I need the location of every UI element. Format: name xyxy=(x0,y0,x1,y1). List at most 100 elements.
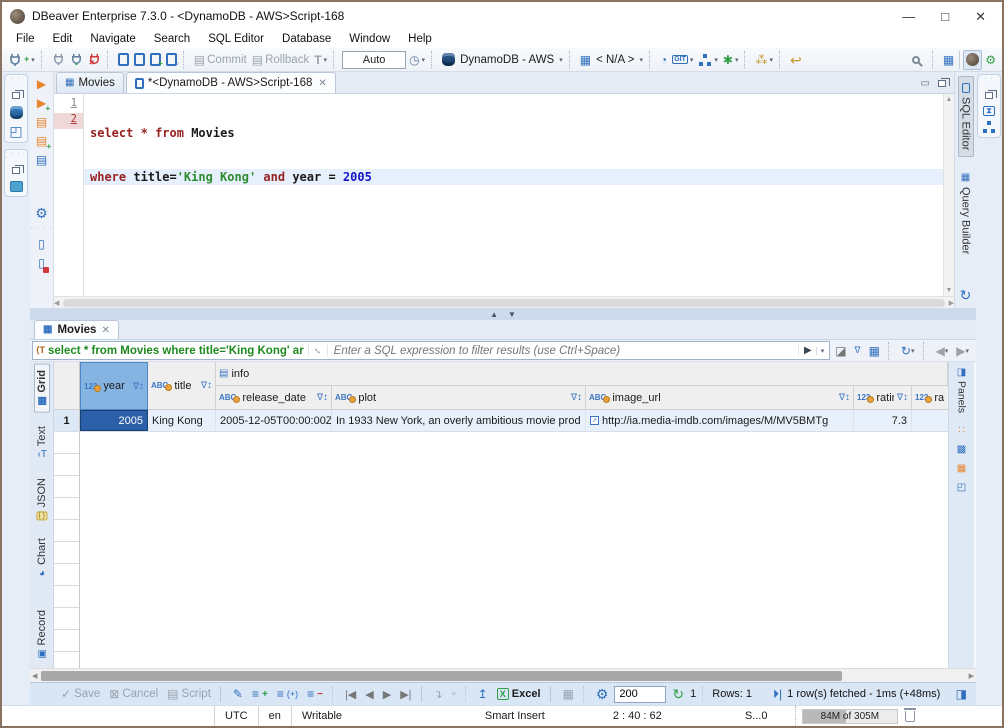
toggle-panel-button[interactable]: ◨ xyxy=(953,687,970,701)
writable-indicator[interactable]: Writable xyxy=(291,706,387,726)
prev-row-button[interactable]: ◀ xyxy=(362,687,376,702)
editor-horizontal-scrollbar[interactable]: ◀ ▶ xyxy=(54,296,954,308)
first-row-button[interactable]: |◀ xyxy=(342,687,359,702)
next-row-button[interactable]: ▶ xyxy=(380,687,394,702)
delete-row-button[interactable]: ≡− xyxy=(304,687,326,701)
language-indicator[interactable]: en xyxy=(258,706,291,726)
execute-script-new-button[interactable]: ▤+ xyxy=(36,135,47,147)
database-navigator-icon[interactable] xyxy=(10,106,23,119)
tab-results-movies[interactable]: ▦ Movies ✕ xyxy=(34,320,119,339)
memory-monitor[interactable]: 84M of 305M xyxy=(795,706,921,726)
collapse-down-icon[interactable]: ▼ xyxy=(508,310,516,319)
restore-right-views-icon[interactable] xyxy=(985,92,993,99)
filter-input[interactable] xyxy=(328,345,798,357)
rerun-query-button[interactable]: ↻ xyxy=(669,686,687,702)
cell-year-selected[interactable]: 2005 xyxy=(80,410,148,431)
scroll-thumb[interactable] xyxy=(63,299,944,307)
column-header-image-url[interactable]: ABC image_url ∇↕ xyxy=(586,386,854,410)
refresh-results-button[interactable]: ↻▾ xyxy=(898,345,918,357)
task-button[interactable]: ▾ xyxy=(696,50,720,70)
new-connection-button[interactable]: + ▾ xyxy=(6,50,37,70)
transaction-mode-button[interactable]: T ▾ xyxy=(312,50,329,70)
outline-view-icon[interactable] xyxy=(982,121,996,133)
open-recent-sql-button[interactable]: → xyxy=(132,50,147,70)
dashboard-button[interactable]: ◔ xyxy=(658,50,669,70)
execute-script-button[interactable]: ▤ xyxy=(36,116,47,128)
close-results-icon[interactable]: ✕ xyxy=(101,325,109,336)
table-row[interactable]: 1 2005 King Kong 2005-12-05T00:00:00Z In… xyxy=(54,410,948,432)
column-header-year[interactable]: 123 year ∇↕ xyxy=(80,362,148,410)
cell-plot[interactable]: In 1933 New York, an overly ambitious mo… xyxy=(332,410,586,431)
tab-panels[interactable]: ◨ Panels xyxy=(955,364,969,417)
menu-sql-editor[interactable]: SQL Editor xyxy=(200,32,272,46)
open-sql-script-button[interactable]: ◦ xyxy=(164,50,179,70)
validate-script-button[interactable]: ▯ xyxy=(38,257,45,269)
templates-view-icon[interactable]: ⧗ xyxy=(983,106,995,116)
results-horizontal-scrollbar[interactable]: ◀ ▶ xyxy=(30,668,976,682)
projects-view-icon[interactable]: ◰ xyxy=(9,124,22,138)
editor-settings-button[interactable]: ⚙ xyxy=(35,206,48,220)
code-text[interactable]: select * from Movies where title='King K… xyxy=(84,94,943,296)
compose-button[interactable]: ⁂ ▾ xyxy=(753,50,775,70)
save-filter-button[interactable]: ▦ xyxy=(866,345,883,357)
fetch-all-button[interactable]: ▫ xyxy=(449,687,459,701)
dropdown-icon[interactable]: ▾ xyxy=(31,56,35,64)
tab-json[interactable]: { }JSON xyxy=(35,473,49,525)
refresh-editor-button[interactable]: ↻ xyxy=(960,288,972,302)
new-sql-editor-button[interactable] xyxy=(116,50,131,70)
column-header-plot[interactable]: ABC plot ∇↕ xyxy=(332,386,586,410)
result-grid[interactable]: 123 year ∇↕ ABC title ∇↕ xyxy=(54,362,948,668)
sql-code-area[interactable]: 1 2 select * from Movies where title='Ki… xyxy=(54,94,954,296)
value-viewer-panel-icon[interactable]: ∷ xyxy=(958,426,964,436)
menu-edit[interactable]: Edit xyxy=(45,32,81,46)
fetch-page-button[interactable]: ↴ xyxy=(431,687,446,702)
search-button[interactable] xyxy=(908,50,928,70)
minimize-button[interactable]: — xyxy=(902,10,915,23)
grid-corner[interactable] xyxy=(54,362,80,410)
grid-config-button[interactable]: ⚙ xyxy=(593,686,612,702)
duplicate-row-button[interactable]: ≡(+) xyxy=(274,687,301,701)
script-button[interactable]: ▤Script xyxy=(164,687,214,701)
tab-chart[interactable]: ◕Chart xyxy=(35,533,49,584)
menu-search[interactable]: Search xyxy=(146,32,198,46)
selection-indicator[interactable]: S...0 xyxy=(735,706,795,726)
menu-file[interactable]: File xyxy=(8,32,43,46)
tab-sql-script[interactable]: *<DynamoDB - AWS>Script-168 ✕ xyxy=(126,72,336,93)
disconnect-button[interactable] xyxy=(86,50,103,70)
transaction-log-button[interactable]: ◷ ▾ xyxy=(407,50,427,70)
cell-ra[interactable] xyxy=(912,410,948,431)
commit-button[interactable]: ▤ Commit xyxy=(192,50,249,70)
column-header-rating[interactable]: 123 rating ∇↕ xyxy=(854,386,912,410)
garbage-collect-icon[interactable] xyxy=(905,711,915,722)
references-panel-icon[interactable]: ◰ xyxy=(957,483,966,493)
export-button[interactable]: ↥ xyxy=(475,687,491,701)
minimize-editor-icon[interactable]: ▭ xyxy=(921,78,930,89)
cell-release-date[interactable]: 2005-12-05T00:00:00Z xyxy=(216,410,332,431)
reconnect-button[interactable] xyxy=(68,50,85,70)
rollback-button[interactable]: ▤ Rollback xyxy=(250,50,311,70)
editor-vertical-scrollbar[interactable]: ▲ ▼ xyxy=(943,94,954,296)
save-button[interactable]: ✓Save xyxy=(58,687,103,701)
general-settings-button[interactable]: ⚙ xyxy=(983,50,998,70)
close-tab-icon[interactable]: ✕ xyxy=(318,78,326,89)
tab-text[interactable]: ‹TText xyxy=(35,421,49,465)
cell-rating[interactable]: 7.3 xyxy=(854,410,912,431)
tab-sql-editor-view[interactable]: SQL Editor xyxy=(958,76,974,157)
menu-database[interactable]: Database xyxy=(274,32,339,46)
commit-mode-combo[interactable]: Auto xyxy=(342,51,406,69)
new-sql-script-button[interactable]: + xyxy=(148,50,163,70)
menu-window[interactable]: Window xyxy=(341,32,398,46)
maximize-button[interactable]: □ xyxy=(941,10,949,23)
column-header-ra[interactable]: 123 ra xyxy=(912,386,948,410)
filter-settings-button[interactable]: ∇ xyxy=(852,345,864,356)
cancel-button[interactable]: ⊠Cancel xyxy=(106,687,161,701)
export-result-button[interactable]: ▯ xyxy=(38,238,45,250)
execute-new-tab-button[interactable]: ▶+ xyxy=(37,97,46,109)
edit-cell-button[interactable]: ✎ xyxy=(230,687,246,701)
nav-back-button[interactable]: ◀▾ xyxy=(933,344,952,358)
open-perspective-button[interactable]: ▦ xyxy=(941,50,956,70)
connect-button[interactable] xyxy=(50,50,67,70)
excel-button[interactable]: XExcel xyxy=(494,687,544,701)
view-settings-button[interactable]: ▦ xyxy=(560,687,577,701)
maximize-editor-icon[interactable] xyxy=(938,80,946,87)
